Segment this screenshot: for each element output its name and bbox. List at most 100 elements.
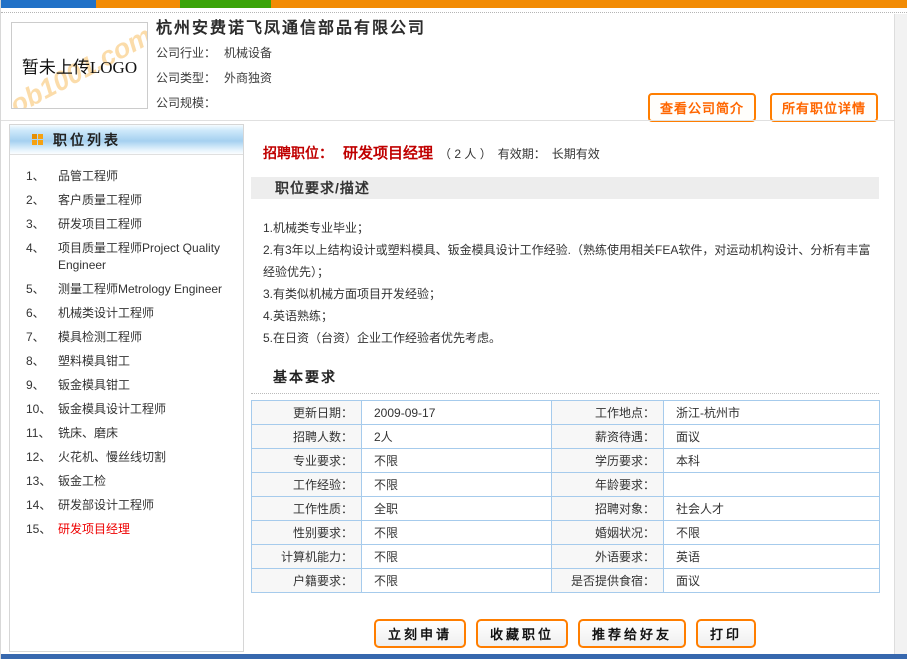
salary-label: 薪资待遇： bbox=[552, 425, 664, 449]
stripe-orange-segment-wide bbox=[271, 0, 907, 8]
education-label: 学历要求： bbox=[552, 449, 664, 473]
company-industry-value: 机械设备 bbox=[224, 46, 272, 60]
company-info: 公司行业： 机械设备 公司类型： 外商独资 公司规模： bbox=[156, 44, 272, 119]
job-list-title: 职位列表 bbox=[53, 130, 121, 150]
table-row: 专业要求：不限 学历要求：本科 bbox=[252, 449, 880, 473]
job-list-item[interactable]: 11、铣床、磨床 bbox=[10, 422, 243, 446]
job-list-item[interactable]: 9、钣金模具钳工 bbox=[10, 374, 243, 398]
foreign-language-value: 英语 bbox=[664, 545, 880, 569]
table-row: 更新日期：2009-09-17 工作地点：浙江-杭州市 bbox=[252, 401, 880, 425]
apply-now-button[interactable]: 立刻申请 bbox=[374, 619, 466, 648]
job-list-item[interactable]: 13、钣金工检 bbox=[10, 470, 243, 494]
marital-status-value: 不限 bbox=[664, 521, 880, 545]
education-value: 本科 bbox=[664, 449, 880, 473]
job-list-item[interactable]: 12、火花机、慢丝线切割 bbox=[10, 446, 243, 470]
job-description-section-header: 职位要求/描述 bbox=[251, 177, 879, 199]
top-color-stripe bbox=[1, 0, 907, 8]
computer-skill-label: 计算机能力： bbox=[252, 545, 362, 569]
job-title: 研发项目经理 bbox=[343, 145, 433, 162]
computer-skill-value: 不限 bbox=[362, 545, 552, 569]
headcount-label: 招聘人数： bbox=[252, 425, 362, 449]
company-logo-placeholder: job1001.com 暂未上传LOGO bbox=[11, 22, 148, 109]
job-list-item[interactable]: 10、钣金模具设计工程师 bbox=[10, 398, 243, 422]
requirement-line: 5.在日资（台资）企业工作经验者优先考虑。 bbox=[263, 327, 871, 349]
job-nature-value: 全职 bbox=[362, 497, 552, 521]
stripe-orange-segment bbox=[96, 0, 180, 8]
footer-bar bbox=[1, 654, 907, 659]
company-name: 杭州安费诺飞凤通信部品有限公司 bbox=[156, 14, 426, 38]
recruit-position-label: 招聘职位： bbox=[263, 145, 333, 161]
action-buttons: 立刻申请 收藏职位 推荐给好友 打印 bbox=[251, 619, 879, 648]
save-job-button[interactable]: 收藏职位 bbox=[476, 619, 568, 648]
top-dotted-divider bbox=[1, 12, 907, 13]
work-location-value: 浙江-杭州市 bbox=[664, 401, 880, 425]
table-row: 户籍要求：不限 是否提供食宿：面议 bbox=[252, 569, 880, 593]
board-lodging-label: 是否提供食宿： bbox=[552, 569, 664, 593]
all-job-details-button[interactable]: 所有职位详情 bbox=[770, 93, 878, 122]
residency-label: 户籍要求： bbox=[252, 569, 362, 593]
table-row: 性别要求：不限 婚姻状况：不限 bbox=[252, 521, 880, 545]
basic-requirements-divider bbox=[251, 393, 879, 394]
job-list-item[interactable]: 6、机械类设计工程师 bbox=[10, 302, 243, 326]
update-date-label: 更新日期： bbox=[252, 401, 362, 425]
view-company-profile-button[interactable]: 查看公司简介 bbox=[648, 93, 756, 122]
headcount-value: 2人 bbox=[362, 425, 552, 449]
company-type-row: 公司类型： 外商独资 bbox=[156, 69, 272, 94]
table-row: 招聘人数：2人 薪资待遇：面议 bbox=[252, 425, 880, 449]
board-lodging-value: 面议 bbox=[664, 569, 880, 593]
requirement-line: 4.英语熟练； bbox=[263, 305, 871, 327]
job-nature-label: 工作性质： bbox=[252, 497, 362, 521]
job-list-item[interactable]: 1、品管工程师 bbox=[10, 165, 243, 189]
job-detail-page: job1001.com 暂未上传LOGO 杭州安费诺飞凤通信部品有限公司 公司行… bbox=[0, 0, 907, 659]
stripe-green-segment bbox=[180, 0, 271, 8]
salary-value: 面议 bbox=[664, 425, 880, 449]
company-industry-row: 公司行业： 机械设备 bbox=[156, 44, 272, 69]
job-list-item[interactable]: 8、塑料模具钳工 bbox=[10, 350, 243, 374]
major-label: 专业要求： bbox=[252, 449, 362, 473]
foreign-language-label: 外语要求： bbox=[552, 545, 664, 569]
company-type-label: 公司类型： bbox=[156, 71, 216, 85]
basic-requirements-table: 更新日期：2009-09-17 工作地点：浙江-杭州市 招聘人数：2人 薪资待遇… bbox=[251, 400, 880, 593]
company-industry-label: 公司行业： bbox=[156, 46, 216, 60]
company-size-row: 公司规模： bbox=[156, 94, 272, 119]
target-group-value: 社会人才 bbox=[664, 497, 880, 521]
print-button[interactable]: 打印 bbox=[696, 619, 756, 648]
job-list-item-selected[interactable]: 15、研发项目经理 bbox=[10, 518, 243, 542]
job-list-sidebar: 职位列表 1、品管工程师 2、客户质量工程师 3、研发项目工程师 4、项目质量工… bbox=[9, 124, 244, 652]
job-requirements: 1.机械类专业毕业； 2.有3年以上结构设计或塑料模具、钣金模具设计工作经验.（… bbox=[251, 199, 879, 349]
headcount: （ 2 人 ） bbox=[439, 147, 492, 161]
company-size-label: 公司规模： bbox=[156, 96, 216, 110]
job-list-item[interactable]: 14、研发部设计工程师 bbox=[10, 494, 243, 518]
gender-label: 性别要求： bbox=[252, 521, 362, 545]
table-row: 工作性质：全职 招聘对象：社会人才 bbox=[252, 497, 880, 521]
recommend-to-friend-button[interactable]: 推荐给好友 bbox=[578, 619, 686, 648]
company-type-value: 外商独资 bbox=[224, 71, 272, 85]
requirement-line: 2.有3年以上结构设计或塑料模具、钣金模具设计工作经验.（熟练使用相关FEA软件… bbox=[263, 239, 871, 283]
requirement-line: 3.有类似机械方面项目开发经验； bbox=[263, 283, 871, 305]
experience-value: 不限 bbox=[362, 473, 552, 497]
update-date-value: 2009-09-17 bbox=[362, 401, 552, 425]
job-list-item[interactable]: 2、客户质量工程师 bbox=[10, 189, 243, 213]
gender-value: 不限 bbox=[362, 521, 552, 545]
table-row: 计算机能力：不限 外语要求：英语 bbox=[252, 545, 880, 569]
residency-value: 不限 bbox=[362, 569, 552, 593]
stripe-blue-segment bbox=[1, 0, 96, 8]
job-list-item[interactable]: 4、项目质量工程师Project Quality Engineer bbox=[10, 237, 243, 278]
validity-label: 有效期： bbox=[498, 147, 546, 161]
header-divider bbox=[1, 120, 907, 121]
table-row: 工作经验：不限 年龄要求： bbox=[252, 473, 880, 497]
logo-placeholder-text: 暂未上传LOGO bbox=[12, 23, 147, 108]
major-value: 不限 bbox=[362, 449, 552, 473]
basic-requirements-header: 基本要求 bbox=[251, 367, 879, 387]
validity-value: 长期有效 bbox=[552, 147, 600, 161]
job-list-item[interactable]: 3、研发项目工程师 bbox=[10, 213, 243, 237]
age-label: 年龄要求： bbox=[552, 473, 664, 497]
job-list: 1、品管工程师 2、客户质量工程师 3、研发项目工程师 4、项目质量工程师Pro… bbox=[10, 165, 243, 542]
age-value bbox=[664, 473, 880, 497]
target-group-label: 招聘对象： bbox=[552, 497, 664, 521]
job-title-row: 招聘职位： 研发项目经理 （ 2 人 ） 有效期： 长期有效 bbox=[251, 142, 879, 163]
scrollbar-track[interactable] bbox=[894, 14, 907, 654]
marital-status-label: 婚姻状况： bbox=[552, 521, 664, 545]
job-list-item[interactable]: 5、测量工程师Metrology Engineer bbox=[10, 278, 243, 302]
job-list-item[interactable]: 7、模具检测工程师 bbox=[10, 326, 243, 350]
